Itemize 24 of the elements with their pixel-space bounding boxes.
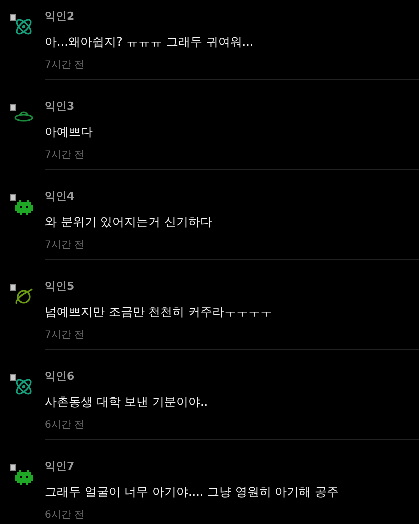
comment-time: 7시간 전 (45, 59, 85, 73)
comment-text: 아...왜아쉽지? ㅠㅠㅠ 그래두 귀여워... (45, 34, 254, 51)
author-name: 익인4 (45, 190, 75, 204)
badge-icon (10, 104, 16, 111)
comment-time: 7시간 전 (45, 149, 85, 163)
comment-time: 7시간 전 (45, 329, 85, 343)
author-name: 익인2 (45, 10, 75, 24)
badge-icon (10, 14, 16, 21)
badge-icon (10, 374, 16, 381)
author-name: 익인3 (45, 100, 75, 114)
comment-text: 넘예쁘지만 조금만 천천히 커주라ㅜㅜㅜㅜ (45, 304, 272, 321)
author-name: 익인7 (45, 460, 75, 474)
comment-text: 사촌동생 대학 보낸 기분이야.. (45, 394, 208, 411)
badge-icon (10, 284, 16, 291)
comment-text: 와 분위기 있어지는거 신기하다 (45, 214, 212, 231)
comment-time: 6시간 전 (45, 509, 85, 523)
badge-icon (10, 194, 16, 201)
comment-time: 6시간 전 (45, 419, 85, 433)
badge-icon (10, 464, 16, 471)
author-name: 익인5 (45, 280, 75, 294)
author-name: 익인6 (45, 370, 75, 384)
comment-text: 그래두 얼굴이 너무 아기야.... 그냥 영원히 아기해 공주 (45, 484, 339, 501)
comment-text: 아예쁘다 (45, 124, 93, 141)
comment-time: 7시간 전 (45, 239, 85, 253)
